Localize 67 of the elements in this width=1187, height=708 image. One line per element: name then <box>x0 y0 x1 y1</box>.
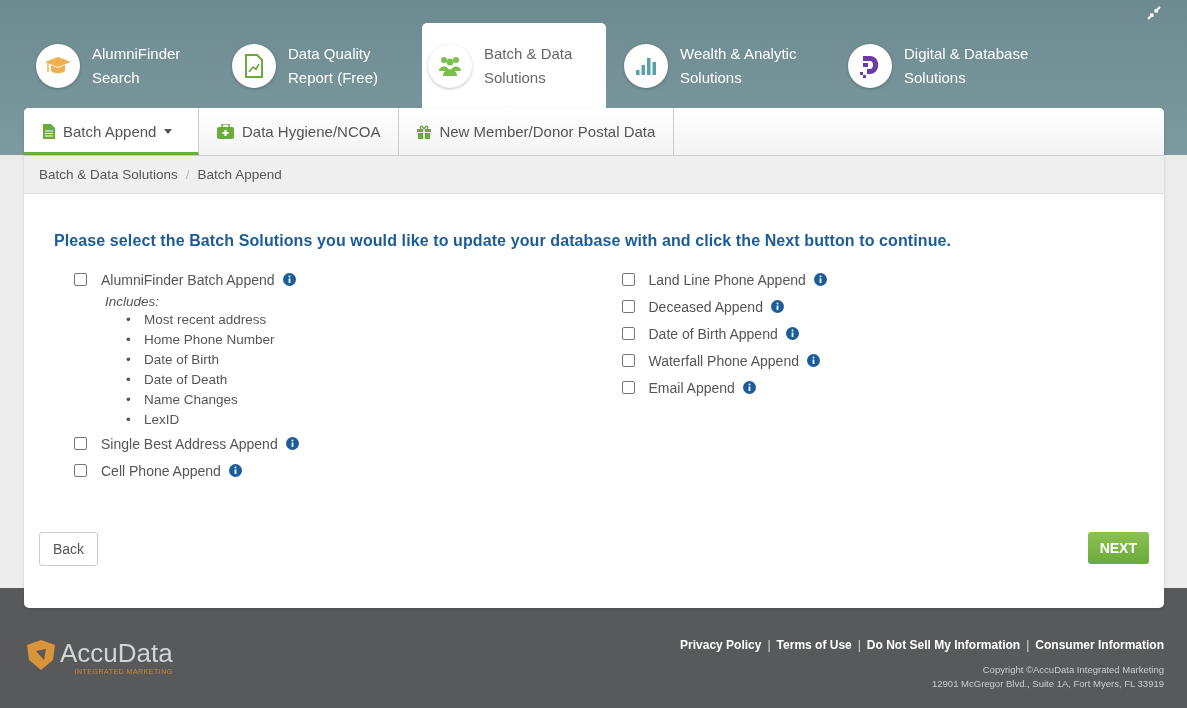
bullet: • <box>126 351 132 369</box>
sub-tab[interactable]: Batch Append <box>24 108 199 155</box>
checkbox[interactable] <box>621 327 635 340</box>
option-label[interactable]: Single Best Address Append <box>101 435 278 452</box>
list-item: Date of Birth <box>144 351 220 369</box>
list-item: Name Changes <box>144 391 238 409</box>
checkbox[interactable] <box>621 354 635 367</box>
info-icon[interactable] <box>742 381 756 394</box>
info-icon[interactable] <box>785 327 799 340</box>
graduation-cap-icon <box>36 43 80 88</box>
sub-tab[interactable]: New Member/Donor Postal Data <box>399 108 675 155</box>
option-label[interactable]: Deceased Append <box>648 298 763 315</box>
caret-icon[interactable] <box>164 129 173 134</box>
people-icon <box>428 43 472 88</box>
bullet: • <box>126 411 132 429</box>
copyright-text: Copyright ©AccuData Integrated Marketing <box>982 663 1164 677</box>
document-icon <box>43 124 55 139</box>
checkbox[interactable] <box>74 464 87 477</box>
list-item: LexID <box>144 411 180 429</box>
gift-icon <box>417 124 432 139</box>
bullet: • <box>126 391 132 409</box>
back-button[interactable]: Back <box>39 532 99 566</box>
link-separator: | <box>767 638 771 652</box>
bullet: • <box>126 331 132 349</box>
checkbox[interactable] <box>621 273 635 286</box>
footer-link[interactable]: Terms of Use <box>776 638 852 652</box>
letter-d-icon <box>848 43 892 88</box>
footer-link[interactable]: Do Not Sell My Information <box>866 638 1021 652</box>
nav-tab[interactable]: Batch & Data Solutions <box>422 23 606 108</box>
option-label[interactable]: AlumniFinder Batch Append <box>101 271 275 288</box>
checkbox[interactable] <box>621 300 635 313</box>
bullet: • <box>126 311 132 329</box>
option-label[interactable]: Cell Phone Append <box>101 462 221 479</box>
bar-chart-icon <box>624 43 668 88</box>
checkbox[interactable] <box>74 273 87 286</box>
logo-wordmark: AccuData <box>60 638 173 668</box>
option-label[interactable]: Land Line Phone Append <box>648 271 806 288</box>
info-icon[interactable] <box>228 464 242 477</box>
list-item: Home Phone Number <box>144 331 275 349</box>
footer-link[interactable]: Consumer Information <box>1035 638 1164 652</box>
footer-link[interactable]: Privacy Policy <box>680 638 762 652</box>
link-separator: | <box>857 638 861 652</box>
checkbox[interactable] <box>621 381 635 394</box>
option-label[interactable]: Date of Birth Append <box>648 325 778 342</box>
chart-document-icon <box>232 43 276 88</box>
address-text: 12901 McGregor Blvd., Suite 1A, Fort Myers, FL 33919 <box>932 677 1164 691</box>
includes-label: Includes: <box>105 293 161 310</box>
option-label[interactable]: Waterfall Phone Append <box>648 352 799 369</box>
info-icon[interactable] <box>813 273 827 286</box>
bullet: • <box>126 371 132 389</box>
sub-tab[interactable]: Data Hygiene/NCOA <box>199 108 400 155</box>
breadcrumb-link[interactable]: Batch & Data Solutions <box>39 167 178 182</box>
checkbox[interactable] <box>74 437 87 450</box>
option-label[interactable]: Email Append <box>648 379 735 396</box>
breadcrumb-separator: / <box>185 167 190 182</box>
info-icon[interactable] <box>770 300 784 313</box>
info-icon[interactable] <box>282 273 296 286</box>
link-separator: | <box>1026 638 1030 652</box>
breadcrumb-link[interactable]: Batch Append <box>197 167 282 182</box>
logo-icon <box>24 638 58 672</box>
list-item: Most recent address <box>144 311 267 329</box>
list-item: Date of Death <box>144 371 228 389</box>
info-icon[interactable] <box>807 354 820 367</box>
collapse-icon[interactable] <box>1147 6 1161 20</box>
instruction-text: Please select the Batch Solutions you would like to update your database with and click the Next button to continue. <box>54 232 953 250</box>
info-icon[interactable] <box>285 437 299 450</box>
medical-kit-icon <box>217 124 234 139</box>
